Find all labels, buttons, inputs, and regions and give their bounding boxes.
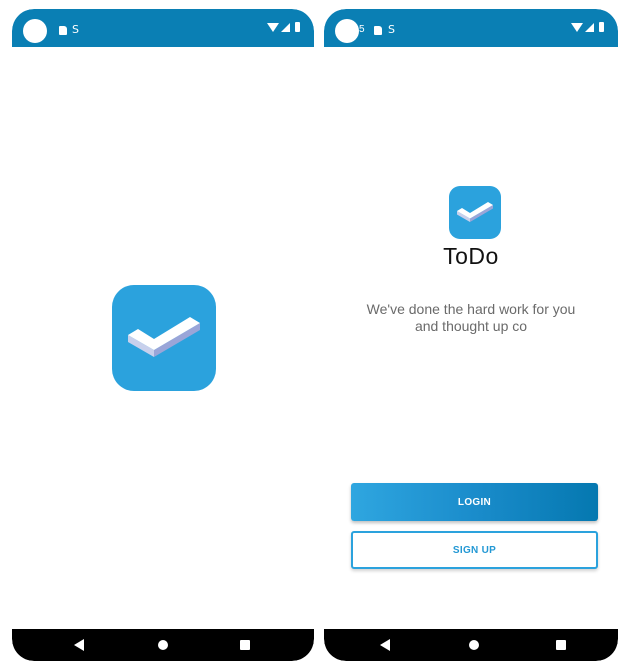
sd-card-icon [59,26,67,35]
system-icons [267,22,300,32]
tagline-text: We've done the hard work for you and tho… [366,301,576,334]
battery-icon [295,22,300,32]
home-icon[interactable] [158,640,168,650]
status-bar: 5 S [324,9,618,47]
status-bar: S [12,9,314,47]
camera-cutout [23,19,47,43]
recents-icon[interactable] [556,640,566,650]
recents-icon[interactable] [240,640,250,650]
back-icon[interactable] [380,639,390,651]
battery-icon [599,22,604,32]
system-icons [571,22,604,32]
navigation-bar [324,629,618,661]
app-title: ToDo [443,243,499,269]
todo-check-icon [112,285,216,391]
wifi-icon [267,22,279,32]
signal-icon [585,22,594,32]
s-icon: S [388,23,395,36]
todo-check-icon [449,186,501,239]
sd-card-icon [374,26,382,35]
splash-screen: S [12,9,314,661]
status-time-fragment: 5 [359,24,365,35]
s-icon: S [72,23,79,36]
navigation-bar [12,629,314,661]
signup-button[interactable]: SIGN UP [351,531,598,569]
signal-icon [281,22,290,32]
home-icon[interactable] [469,640,479,650]
back-icon[interactable] [74,639,84,651]
welcome-screen: 5 S ToDo We've done the hard work for yo… [324,9,618,661]
camera-cutout [335,19,359,43]
login-button[interactable]: LOGIN [351,483,598,521]
wifi-icon [571,22,583,32]
